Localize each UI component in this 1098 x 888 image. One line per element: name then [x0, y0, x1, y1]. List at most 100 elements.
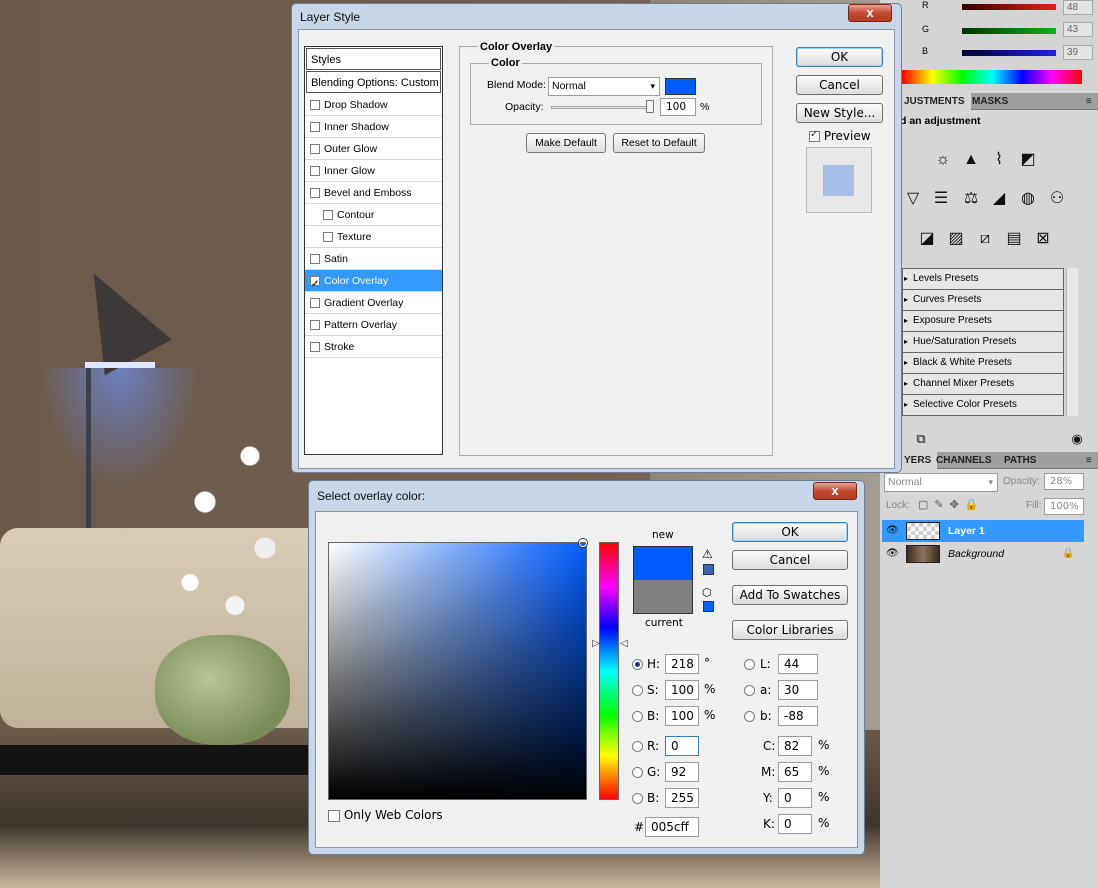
effect-checkbox[interactable]	[310, 144, 320, 155]
clip-visibility-icon[interactable]: ◉	[1066, 428, 1088, 450]
cancel-button[interactable]: Cancel	[796, 75, 883, 95]
tab-paths[interactable]: PATHS	[998, 452, 1042, 469]
new-style-button[interactable]: New Style...	[796, 103, 883, 123]
make-default-button[interactable]: Make Default	[526, 133, 606, 153]
effect-checkbox[interactable]	[310, 298, 320, 309]
dialog-title[interactable]: Select overlay color:	[317, 489, 425, 503]
blue-radio[interactable]	[632, 793, 643, 804]
close-button[interactable]: x	[848, 4, 892, 22]
overlay-color-swatch[interactable]	[665, 78, 696, 95]
ok-button[interactable]: OK	[732, 522, 848, 542]
opacity-slider-thumb[interactable]	[646, 100, 654, 113]
r-field[interactable]: 0	[665, 736, 699, 756]
effect-bevel-and-emboss[interactable]: Bevel and Emboss	[305, 182, 442, 204]
effect-checkbox[interactable]	[323, 232, 333, 243]
m-field[interactable]: 65	[778, 762, 812, 782]
preset-levels[interactable]: Levels Presets	[902, 269, 1064, 290]
threshold-icon[interactable]: ⧄	[974, 228, 996, 250]
photo-filter-icon[interactable]: ◍	[1017, 188, 1039, 210]
g-radio[interactable]	[632, 767, 643, 778]
color-balance-icon[interactable]: ⚖	[960, 188, 982, 210]
gradient-map-icon[interactable]: ▤	[1003, 228, 1025, 250]
hue-saturation-icon[interactable]: ☰	[930, 188, 952, 210]
preset-selective-color[interactable]: Selective Color Presets	[902, 395, 1064, 416]
cancel-button[interactable]: Cancel	[732, 550, 848, 570]
only-web-colors-toggle[interactable]: Only Web Colors	[328, 808, 443, 822]
effect-contour[interactable]: Contour	[305, 204, 442, 226]
layer-row-background[interactable]: 👁 Background 🔒	[882, 543, 1084, 565]
fill-field[interactable]: 100%	[1044, 498, 1084, 515]
layer-row-layer1[interactable]: 👁 Layer 1	[882, 520, 1084, 542]
layer-blend-select[interactable]: Normal ▾	[884, 473, 998, 492]
preset-black-white[interactable]: Black & White Presets	[902, 353, 1064, 374]
web-safe-swatch[interactable]	[703, 601, 714, 612]
preview-checkbox[interactable]	[809, 129, 820, 142]
l-field[interactable]: 44	[778, 654, 818, 674]
dialog-titlebar[interactable]: Layer Style x	[292, 4, 901, 30]
eye-icon[interactable]: 👁	[886, 520, 899, 542]
black-white-icon[interactable]: ◢	[988, 188, 1010, 210]
effect-color-overlay[interactable]: Color Overlay	[305, 270, 442, 296]
tab-masks[interactable]: MASKS	[966, 93, 1014, 110]
return-to-list-icon[interactable]: ⧉	[910, 428, 932, 450]
green-slider[interactable]	[962, 28, 1056, 34]
effect-texture[interactable]: Texture	[305, 226, 442, 248]
blue-slider[interactable]	[962, 50, 1056, 56]
red-value[interactable]: 48	[1063, 0, 1093, 15]
only-web-colors-checkbox[interactable]	[328, 809, 340, 822]
effect-outer-glow[interactable]: Outer Glow	[305, 138, 442, 160]
lab-b-radio[interactable]	[744, 711, 755, 722]
blend-mode-select[interactable]: Normal ▾	[548, 77, 660, 96]
hue-arrow-right-icon[interactable]: ◁	[620, 638, 628, 649]
panel-menu-icon[interactable]: ≡	[1080, 452, 1098, 469]
preset-hue-saturation[interactable]: Hue/Saturation Presets	[902, 332, 1064, 353]
effect-satin[interactable]: Satin	[305, 248, 442, 270]
ok-button[interactable]: OK	[796, 47, 883, 67]
tab-adjustments[interactable]: JUSTMENTS	[898, 93, 971, 110]
c-field[interactable]: 82	[778, 736, 812, 756]
blue-field[interactable]: 255	[665, 788, 699, 808]
preset-curves[interactable]: Curves Presets	[902, 290, 1064, 311]
web-safe-cube-icon[interactable]: ⬡	[702, 586, 712, 599]
hue-slider[interactable]	[599, 542, 619, 800]
effect-inner-shadow[interactable]: Inner Shadow	[305, 116, 442, 138]
blending-options[interactable]: Blending Options: Custom	[306, 71, 441, 93]
opacity-field[interactable]: 100	[660, 98, 696, 116]
selective-color-icon[interactable]: ⊠	[1032, 228, 1054, 250]
levels-icon[interactable]: ▲	[960, 149, 982, 171]
posterize-icon[interactable]: ▨	[945, 228, 967, 250]
out-of-gamut-warning-icon[interactable]: ⚠	[702, 547, 713, 561]
effect-gradient-overlay[interactable]: Gradient Overlay	[305, 292, 442, 314]
h-field[interactable]: 218	[665, 654, 699, 674]
effect-checkbox[interactable]	[310, 342, 320, 353]
hue-arrow-left-icon[interactable]: ▷	[592, 638, 600, 649]
vibrance-icon[interactable]: ▽	[902, 188, 924, 210]
y-field[interactable]: 0	[778, 788, 812, 808]
green-value[interactable]: 43	[1063, 22, 1093, 37]
s-field[interactable]: 100	[665, 680, 699, 700]
effect-checkbox[interactable]	[310, 166, 320, 177]
hex-field[interactable]: 005cff	[645, 817, 699, 837]
l-radio[interactable]	[744, 659, 755, 670]
a-radio[interactable]	[744, 685, 755, 696]
blue-value[interactable]: 39	[1063, 45, 1093, 60]
h-radio[interactable]	[632, 659, 643, 670]
layer-opacity-field[interactable]: 28%	[1044, 473, 1084, 490]
r-radio[interactable]	[632, 741, 643, 752]
current-color-swatch[interactable]	[633, 580, 693, 614]
preset-channel-mixer[interactable]: Channel Mixer Presets	[902, 374, 1064, 395]
add-to-swatches-button[interactable]: Add To Swatches	[732, 585, 848, 605]
lab-b-field[interactable]: -88	[778, 706, 818, 726]
color-marker[interactable]	[579, 539, 587, 547]
reset-to-default-button[interactable]: Reset to Default	[613, 133, 705, 153]
presets-scrollbar[interactable]	[1066, 268, 1078, 416]
red-slider[interactable]	[962, 4, 1056, 10]
b-radio[interactable]	[632, 711, 643, 722]
preview-toggle[interactable]: Preview	[809, 129, 871, 143]
g-field[interactable]: 92	[665, 762, 699, 782]
k-field[interactable]: 0	[778, 814, 812, 834]
invert-icon[interactable]: ◪	[916, 228, 938, 250]
brightness-icon[interactable]: ☼	[932, 149, 954, 171]
channel-mixer-icon[interactable]: ⚇	[1046, 188, 1068, 210]
a-field[interactable]: 30	[778, 680, 818, 700]
